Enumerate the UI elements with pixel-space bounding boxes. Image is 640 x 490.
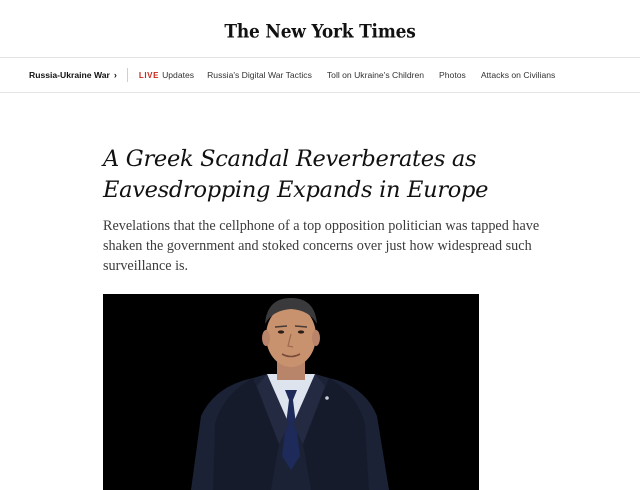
nav-link-digital-war-tactics[interactable]: Russia's Digital War Tactics — [207, 70, 312, 80]
nav-link-attacks-on-civilians[interactable]: Attacks on Civilians — [481, 70, 556, 80]
article-headline[interactable]: A Greek Scandal Reverberates as Eavesdro… — [103, 144, 563, 206]
nav-divider — [126, 68, 128, 82]
nav-link-toll-on-children[interactable]: Toll on Ukraine's Children — [327, 70, 424, 80]
masthead: The New York Times — [0, 21, 640, 50]
article-photo[interactable] — [103, 294, 479, 490]
nav-live-label: Updates — [162, 70, 195, 80]
chevron-right-icon: › — [113, 70, 117, 80]
nav-link-live-updates[interactable]: LIVE Updates — [139, 70, 194, 80]
portrait-image — [103, 294, 479, 490]
nav-section-label: Russia-Ukraine War — [29, 70, 110, 80]
nav-link-photos[interactable]: Photos — [439, 70, 466, 80]
section-nav-bar: Russia-Ukraine War › LIVE Updates Russia… — [0, 57, 640, 93]
article-summary: Revelations that the cellphone of a top … — [103, 218, 540, 274]
live-badge: LIVE — [138, 70, 160, 80]
nav-section-link[interactable]: Russia-Ukraine War › — [29, 70, 117, 80]
nyt-logo[interactable]: The New York Times — [224, 21, 415, 43]
